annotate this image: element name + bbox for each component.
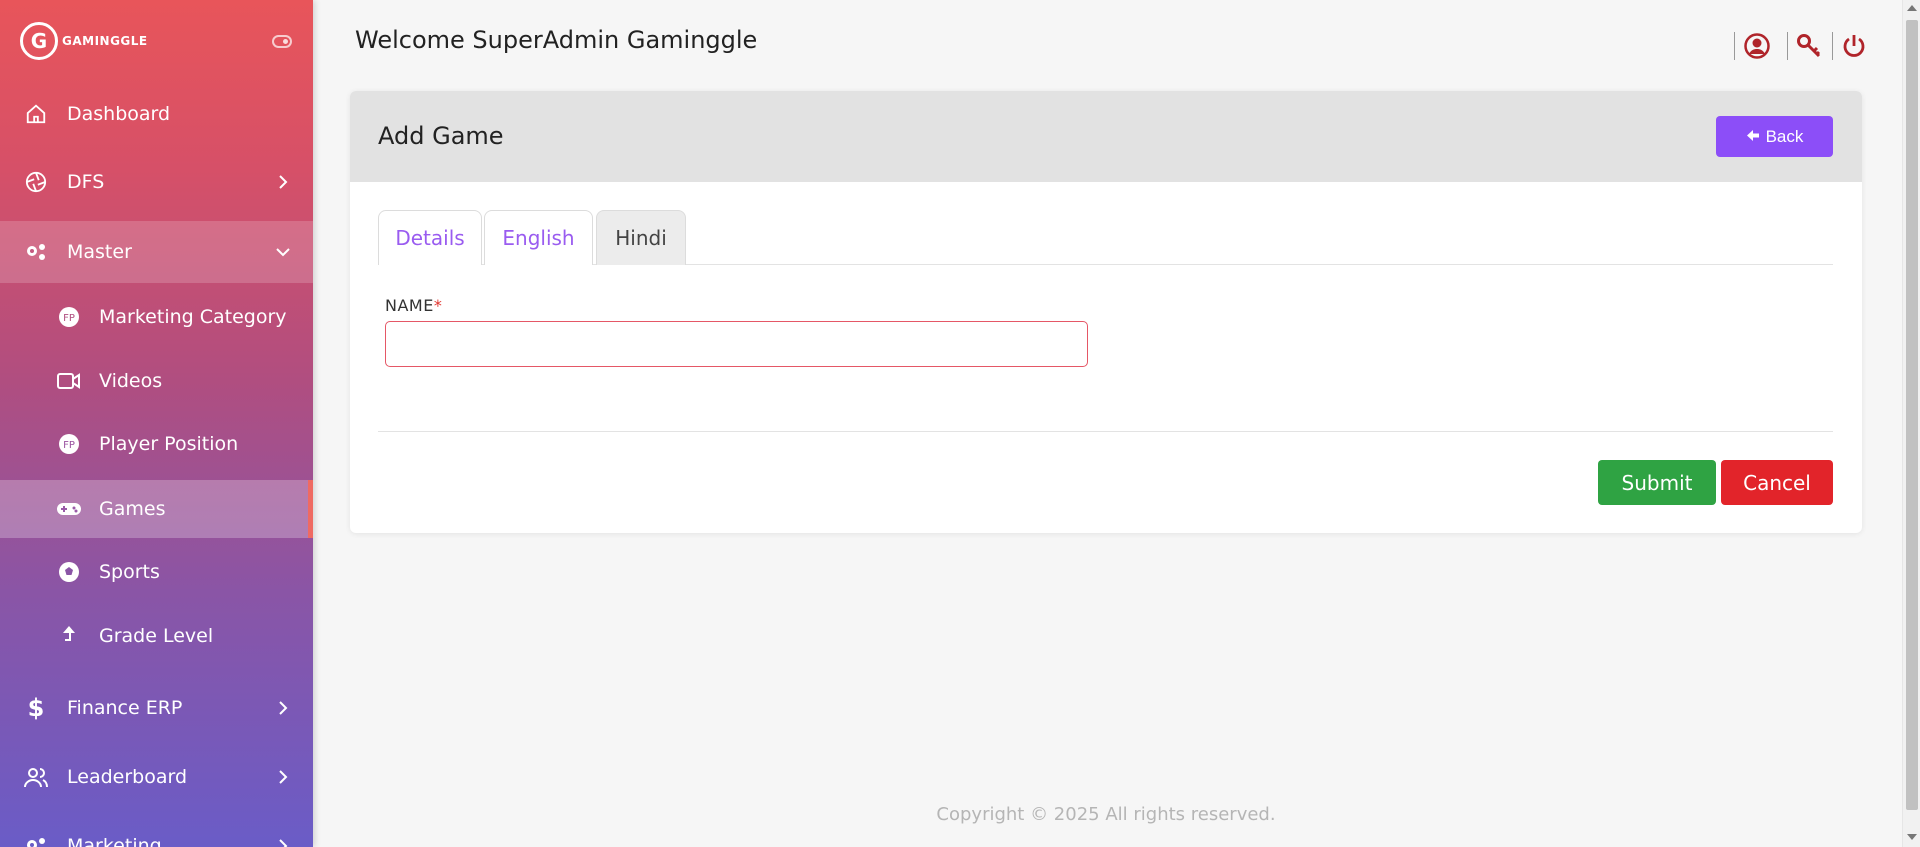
tab-english[interactable]: English xyxy=(484,210,593,265)
sidebar-item-label: Videos xyxy=(99,370,163,392)
sidebar-item-grade-level[interactable]: Grade Level xyxy=(0,616,313,656)
sidebar-item-games[interactable]: Games xyxy=(0,480,313,538)
sidebar-item-marketing-category[interactable]: FP Marketing Category xyxy=(0,297,313,337)
tab-hindi[interactable]: Hindi xyxy=(596,210,686,265)
name-field-label: NAME* xyxy=(385,296,442,315)
sidebar-item-master[interactable]: Master xyxy=(0,221,313,283)
scroll-up-arrow-icon[interactable] xyxy=(1907,5,1917,11)
sidebar-item-label: Games xyxy=(99,498,166,520)
key-icon[interactable] xyxy=(1795,32,1823,60)
aperture-icon xyxy=(23,169,49,195)
tab-details[interactable]: Details xyxy=(378,210,482,265)
brand-name: GAMINGGLE xyxy=(62,34,148,48)
page-title: Add Game xyxy=(378,122,504,150)
sidebar-item-label: Leaderboard xyxy=(67,766,188,788)
sidebar-item-dashboard[interactable]: Dashboard xyxy=(0,94,313,134)
card-header: Add Game Back xyxy=(350,91,1862,182)
submit-button[interactable]: Submit xyxy=(1598,460,1716,505)
sidebar-item-label: DFS xyxy=(67,171,105,193)
add-game-card: Add Game Back Details English Hindi NAME… xyxy=(350,91,1862,533)
sidebar-item-player-position[interactable]: FP Player Position xyxy=(0,424,313,464)
svg-text:FP: FP xyxy=(63,313,75,324)
sidebar-item-label: Grade Level xyxy=(99,625,214,647)
chevron-right-icon xyxy=(276,770,290,784)
sidebar-toggle-icon[interactable] xyxy=(272,35,292,48)
sidebar-item-label: Marketing Category xyxy=(99,306,287,328)
scroll-down-arrow-icon[interactable] xyxy=(1907,834,1917,840)
sidebar-item-dfs[interactable]: DFS xyxy=(0,162,313,202)
chevron-right-icon xyxy=(276,701,290,715)
arrow-up-icon xyxy=(56,623,82,649)
cancel-button[interactable]: Cancel xyxy=(1721,460,1833,505)
required-mark: * xyxy=(433,296,443,315)
sidebar-item-leaderboard[interactable]: Leaderboard xyxy=(0,757,313,797)
sidebar-item-label: Player Position xyxy=(99,433,239,455)
badge-icon: FP xyxy=(56,304,82,330)
sidebar-item-sports[interactable]: Sports xyxy=(0,552,313,592)
sidebar-item-label: Finance ERP xyxy=(67,697,183,719)
svg-text:FP: FP xyxy=(63,440,75,451)
sidebar: G GAMINGGLE Dashboard DFS Master FP Mark… xyxy=(0,0,313,847)
name-input[interactable] xyxy=(385,321,1088,367)
arrow-left-icon xyxy=(1746,127,1760,147)
scrollbar-thumb[interactable] xyxy=(1906,20,1918,810)
chevron-right-icon xyxy=(276,839,290,847)
sidebar-item-marketing[interactable]: Marketing xyxy=(0,826,313,847)
footer-copyright: Copyright © 2025 All rights reserved. xyxy=(936,804,1276,825)
back-label: Back xyxy=(1765,126,1804,146)
sidebar-item-finance-erp[interactable]: $ Finance ERP xyxy=(0,688,313,728)
badge-icon: FP xyxy=(56,431,82,457)
gears-icon xyxy=(23,239,49,265)
gamepad-icon xyxy=(56,496,82,522)
video-icon xyxy=(56,368,82,394)
dollar-icon: $ xyxy=(27,694,45,722)
back-button[interactable]: Back xyxy=(1716,116,1833,157)
sidebar-item-label: Marketing xyxy=(67,835,162,847)
sidebar-item-label: Sports xyxy=(99,561,160,583)
home-icon xyxy=(23,101,49,127)
header-separator xyxy=(1734,32,1735,60)
brand-logo: G xyxy=(20,22,58,60)
header-separator xyxy=(1787,32,1788,60)
soccer-ball-icon xyxy=(56,559,82,585)
welcome-text: Welcome SuperAdmin Gaminggle xyxy=(355,26,758,54)
user-profile-icon[interactable] xyxy=(1743,32,1771,60)
page-scrollbar[interactable] xyxy=(1902,0,1920,847)
sidebar-item-label: Dashboard xyxy=(67,103,171,125)
chevron-right-icon xyxy=(276,175,290,189)
form-divider xyxy=(378,431,1833,432)
users-icon xyxy=(23,764,49,790)
sidebar-item-videos[interactable]: Videos xyxy=(0,361,313,401)
sidebar-item-label: Master xyxy=(67,241,132,263)
name-label-text: NAME xyxy=(385,296,434,315)
header-separator xyxy=(1832,32,1833,60)
chevron-down-icon xyxy=(276,245,290,259)
gears-icon xyxy=(23,833,49,847)
brand[interactable]: G GAMINGGLE xyxy=(20,22,148,60)
power-icon[interactable] xyxy=(1840,32,1868,60)
